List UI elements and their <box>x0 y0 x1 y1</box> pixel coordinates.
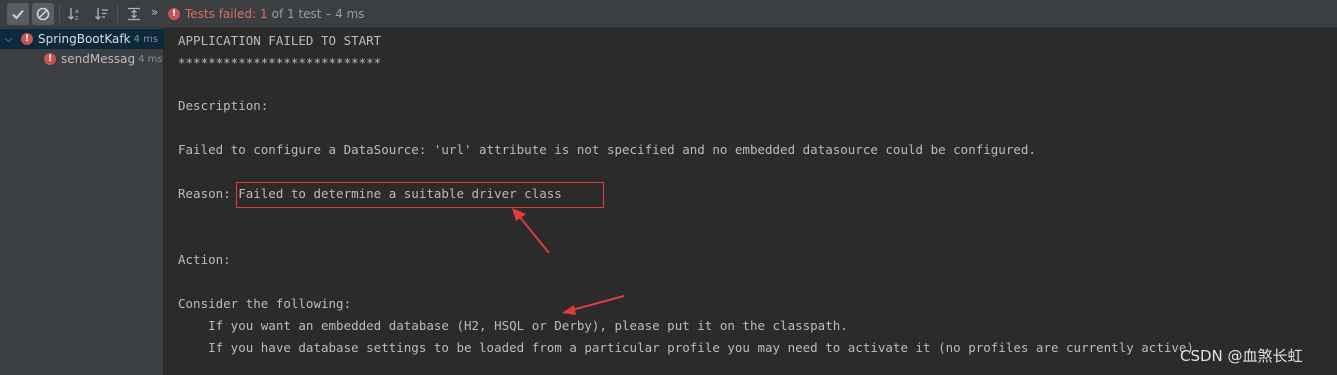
test-runner-toolbar: a z » ! Tests failed: 1 of 1 test – 4 ms <box>0 0 1337 28</box>
watermark: CSDN @血煞长虹 <box>1180 347 1303 365</box>
cancel-circle-icon <box>36 7 50 21</box>
checkmark-icon <box>12 9 24 20</box>
test-results-tree: ⌵ ! SpringBootKafk 4 ms ! sendMessag 4 m… <box>0 28 164 375</box>
tree-item-label: sendMessag <box>61 52 136 66</box>
test-status-summary: ! Tests failed: 1 of 1 test – 4 ms <box>168 6 365 22</box>
tree-item-test-class[interactable]: ⌵ ! SpringBootKafk 4 ms <box>0 29 164 49</box>
sort-duration-icon <box>95 8 108 20</box>
sort-alphabetically-button[interactable]: a z <box>64 3 86 25</box>
error-icon: ! <box>44 53 56 65</box>
tree-item-duration: 4 ms <box>133 33 159 45</box>
show-ignored-button[interactable] <box>32 3 54 25</box>
show-passed-button[interactable] <box>7 3 29 25</box>
expand-all-button[interactable] <box>123 3 145 25</box>
expand-all-icon <box>128 7 140 21</box>
toolbar-separator <box>117 5 118 23</box>
tree-item-label: SpringBootKafk <box>38 32 131 46</box>
status-total-and-time: of 1 test – 4 ms <box>271 7 365 21</box>
sort-by-duration-button[interactable] <box>91 3 113 25</box>
annotation-arrow-reason <box>512 208 550 254</box>
annotation-arrows <box>512 208 625 315</box>
sort-alpha-icon: a z <box>68 8 79 21</box>
error-icon: ! <box>168 8 180 20</box>
more-actions-chevron[interactable]: » <box>151 5 158 19</box>
console-output[interactable]: APPLICATION FAILED TO START ************… <box>164 28 1337 375</box>
tree-item-duration: 4 ms <box>138 53 163 65</box>
tree-item-test-method[interactable]: ! sendMessag 4 ms <box>0 49 164 69</box>
status-failed-count: 1 <box>260 7 268 21</box>
svg-text:a: a <box>75 8 79 15</box>
chevron-down-icon[interactable]: ⌵ <box>5 34 15 45</box>
annotation-arrow-consider <box>562 295 625 315</box>
status-failed-label: Tests failed: <box>185 7 256 21</box>
error-icon: ! <box>21 33 33 45</box>
svg-text:z: z <box>75 15 78 21</box>
toolbar-separator <box>59 5 60 23</box>
